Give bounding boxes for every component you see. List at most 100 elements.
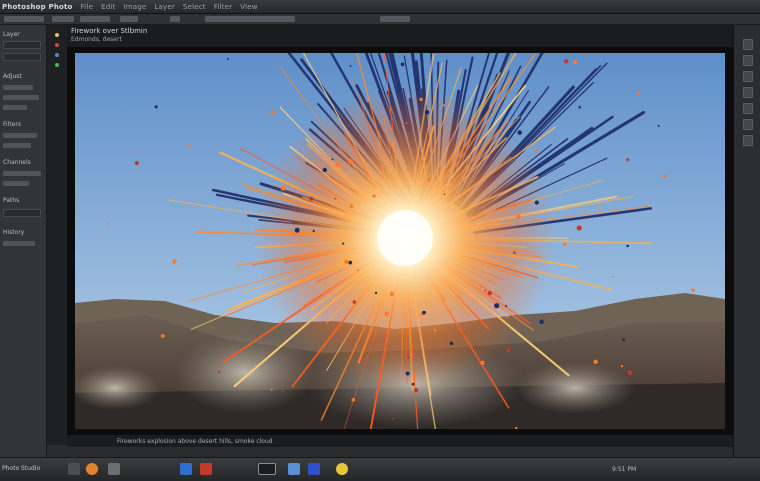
left-panel: Layer Adjust Filters Channels Paths Hist… (0, 25, 47, 457)
spark-particle (295, 228, 300, 233)
tool-icon[interactable] (55, 33, 59, 37)
app-title: Photoshop Photo (2, 3, 73, 11)
spark-particle (419, 98, 422, 101)
panel-row[interactable] (3, 143, 31, 148)
toolbar-control[interactable] (80, 16, 110, 22)
spark-particle (578, 106, 581, 109)
toolbar-control[interactable] (120, 16, 138, 22)
spark-particle (155, 105, 158, 108)
spark-particle (350, 65, 352, 67)
panel-button[interactable] (743, 135, 753, 146)
spark-particle (512, 401, 514, 403)
media-icon[interactable] (200, 463, 212, 475)
spark-particle (491, 111, 493, 113)
panel-row[interactable] (3, 181, 29, 186)
spark-particle (637, 92, 640, 95)
spark-particle (108, 223, 110, 225)
spark-particle (488, 291, 492, 295)
spark-particle (507, 348, 511, 352)
tool-icon[interactable] (55, 53, 59, 57)
window-icon[interactable] (258, 463, 276, 475)
menu-layer[interactable]: Layer (154, 3, 175, 11)
panel-row[interactable] (3, 133, 37, 138)
menu-view[interactable]: View (240, 3, 257, 11)
spark-particle (414, 388, 418, 392)
options-toolbar (0, 14, 760, 25)
panel-row[interactable] (3, 85, 33, 90)
spark-particle (422, 311, 426, 315)
menu-edit[interactable]: Edit (101, 3, 115, 11)
spark-particle (493, 209, 496, 212)
spark-particle (217, 371, 220, 374)
toolbar-control[interactable] (380, 16, 410, 22)
browser-icon[interactable] (86, 463, 98, 475)
spark-particle (407, 356, 410, 359)
spark-particle (425, 110, 429, 114)
panel-row[interactable] (3, 105, 27, 110)
spark-particle (390, 292, 394, 296)
menu-image[interactable]: Image (123, 3, 146, 11)
spark-particle (622, 338, 625, 341)
tool-icon[interactable] (55, 63, 59, 67)
spark-particle (401, 63, 405, 67)
panel-field[interactable] (3, 53, 41, 61)
toolbar-control[interactable] (170, 16, 180, 22)
spark-particle (484, 290, 486, 292)
panel-button[interactable] (743, 119, 753, 130)
spark-particle (577, 225, 582, 230)
spark-particle (691, 288, 694, 291)
spark-particle (535, 200, 539, 204)
panel-row[interactable] (3, 241, 35, 246)
panel-button[interactable] (743, 103, 753, 114)
spark-particle (480, 361, 484, 365)
spark-particle (426, 76, 428, 78)
tool-icon[interactable] (55, 43, 59, 47)
file-icon[interactable] (108, 463, 120, 475)
panel-button[interactable] (743, 87, 753, 98)
taskbar: Photo Studio 9:51 PM (0, 457, 760, 481)
spark-particle (271, 110, 275, 114)
spark-particle (536, 149, 539, 152)
spark-particle (309, 197, 313, 201)
spark-particle (281, 186, 286, 191)
panel-row[interactable] (3, 171, 41, 176)
spark-particle (612, 275, 614, 277)
viewer-subtitle: Edmonds, desert (71, 36, 122, 43)
right-panel (733, 25, 760, 457)
spark-particle (135, 161, 139, 165)
spark-particle (344, 260, 349, 265)
window-icon[interactable] (180, 463, 192, 475)
toolbar-control[interactable] (4, 16, 44, 22)
panel-button[interactable] (743, 39, 753, 50)
spark-particle (573, 60, 577, 64)
spark-particle (323, 168, 327, 172)
panel-field[interactable] (3, 209, 41, 217)
spark-particle (407, 169, 409, 171)
spark-particle (134, 151, 136, 153)
firework-image (75, 53, 725, 429)
image-frame (67, 47, 733, 440)
spark-particle (626, 245, 629, 248)
menu-select[interactable]: Select (183, 3, 206, 11)
spark-particle (227, 58, 229, 60)
ie-icon[interactable] (308, 463, 320, 475)
menubar: Photoshop Photo File Edit Image Layer Se… (0, 0, 760, 14)
spark-particle (334, 198, 336, 200)
panel-field[interactable] (3, 41, 41, 49)
menu-filter[interactable]: Filter (214, 3, 233, 11)
clock[interactable]: 9:51 PM (612, 466, 636, 473)
folder-icon[interactable] (68, 463, 80, 475)
toolbar-control[interactable] (52, 16, 74, 22)
file-icon[interactable] (288, 463, 300, 475)
media-icon[interactable] (336, 463, 348, 475)
panel-row[interactable] (3, 95, 39, 100)
panel-button[interactable] (743, 71, 753, 82)
menu-file[interactable]: File (81, 3, 94, 11)
firework-photo[interactable] (75, 53, 725, 429)
panel-button[interactable] (743, 55, 753, 66)
toolbar-control[interactable] (205, 16, 295, 22)
spark-particle (352, 82, 354, 84)
taskbar-app-label[interactable]: Photo Studio (2, 465, 40, 472)
spark-particle (392, 417, 394, 419)
panel-label: Adjust (3, 73, 22, 80)
